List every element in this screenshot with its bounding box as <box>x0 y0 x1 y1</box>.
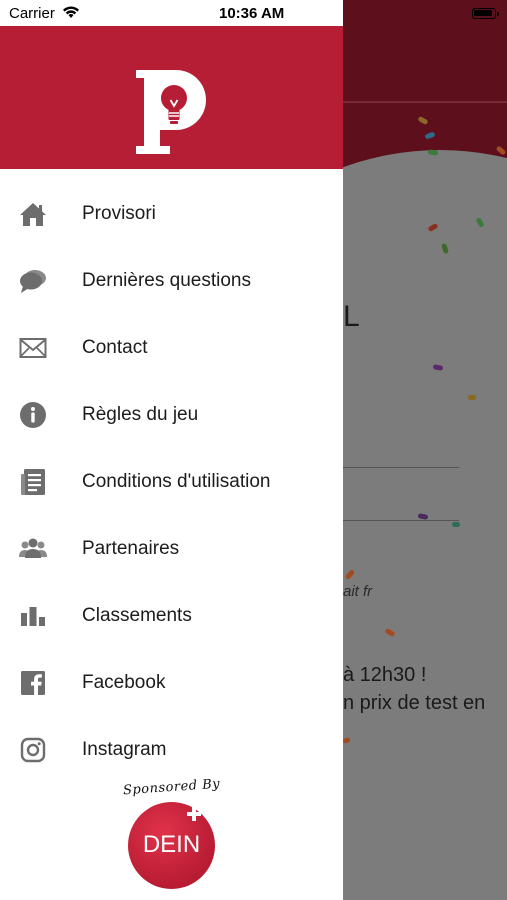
background-field-line <box>343 467 459 468</box>
background-heading: L <box>343 300 360 333</box>
menu-item-label: Dernières questions <box>82 270 251 292</box>
bar-chart-icon <box>18 601 48 631</box>
facebook-icon <box>18 668 48 698</box>
confetti <box>452 522 460 527</box>
status-bar: Carrier 10:36 AM <box>0 0 507 26</box>
envelope-icon <box>18 333 48 363</box>
menu-item-label: Instagram <box>82 738 167 760</box>
menu-item-label: Provisori <box>82 203 156 225</box>
home-icon <box>18 199 48 229</box>
menu-item-label: Règles du jeu <box>82 404 199 426</box>
menu-item-label: Contact <box>82 337 148 359</box>
background-text-line: n prix de test en <box>343 692 486 714</box>
sponsor-logo[interactable]: DEIN <box>128 802 215 889</box>
menu-item-label: Facebook <box>82 671 166 693</box>
menu-item-conditions[interactable]: Conditions d'utilisation <box>0 449 343 516</box>
menu-item-label: Partenaires <box>82 537 180 559</box>
menu-item-label: Conditions d'utilisation <box>82 471 271 492</box>
info-icon <box>18 400 48 430</box>
menu-item-partenaires[interactable]: Partenaires <box>0 515 343 582</box>
carrier-label: Carrier <box>9 5 55 22</box>
people-icon <box>18 534 48 564</box>
app-logo <box>136 70 206 154</box>
menu-item-instagram[interactable]: Instagram <box>0 716 343 783</box>
menu-item-regles-du-jeu[interactable]: Règles du jeu <box>0 382 343 449</box>
clock: 10:36 AM <box>219 5 285 22</box>
background-italic-text: ait fr <box>343 583 373 600</box>
background-field-line <box>343 520 459 521</box>
confetti <box>468 395 476 400</box>
menu-item-dernieres-questions[interactable]: Dernières questions <box>0 248 343 315</box>
drawer-menu: Provisori Dernières questions Contact Rè… <box>0 181 343 783</box>
sponsor-name: DEIN <box>142 831 201 858</box>
menu-item-label: Classements <box>82 604 192 626</box>
background-divider <box>343 101 507 103</box>
menu-item-contact[interactable]: Contact <box>0 315 343 382</box>
plus-icon <box>187 807 201 821</box>
menu-item-classements[interactable]: Classements <box>0 582 343 649</box>
wifi-icon <box>62 6 80 24</box>
confetti <box>342 736 351 745</box>
battery-icon <box>472 8 499 19</box>
document-icon <box>18 467 48 497</box>
chat-bubbles-icon <box>18 266 48 296</box>
instagram-icon <box>18 735 48 765</box>
background-text-line: à 12h30 ! <box>343 664 427 686</box>
menu-item-provisori[interactable]: Provisori <box>0 181 343 248</box>
menu-item-facebook[interactable]: Facebook <box>0 649 343 716</box>
navigation-drawer: Provisori Dernières questions Contact Rè… <box>0 0 343 900</box>
